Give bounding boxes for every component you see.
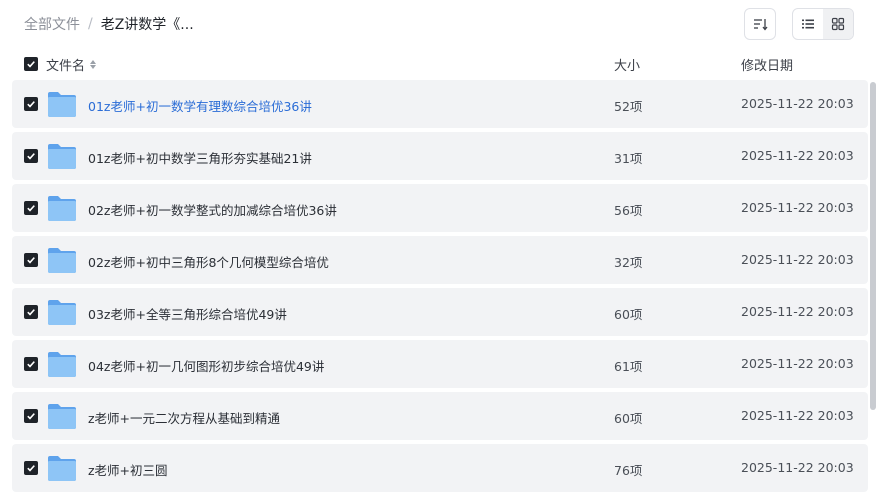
table-header: 文件名 大小 修改日期 (12, 50, 868, 78)
file-size: 60项 (614, 411, 643, 426)
file-name[interactable]: 03z老师+全等三角形综合培优49讲 (88, 304, 287, 323)
select-all-checkbox[interactable] (24, 57, 38, 71)
checkmark-icon (27, 257, 35, 264)
file-name[interactable]: 01z老师+初中数学三角形夯实基础21讲 (88, 148, 312, 167)
folder-icon (48, 92, 76, 117)
table-row[interactable]: 01z老师+初一数学有理数综合培优36讲 52项 2025-11-22 20:0… (12, 80, 868, 128)
grid-view-icon (831, 17, 845, 31)
column-header-size: 大小 (614, 59, 641, 74)
row-checkbox[interactable] (24, 305, 38, 319)
file-name[interactable]: 04z老师+初一几何图形初步综合培优49讲 (88, 356, 324, 375)
table-row[interactable]: 03z老师+全等三角形综合培优49讲 60项 2025-11-22 20:03 (12, 288, 868, 336)
row-checkbox[interactable] (24, 461, 38, 475)
file-name[interactable]: 02z老师+初中三角形8个几何模型综合培优 (88, 252, 329, 271)
file-name[interactable]: z老师+一元二次方程从基础到精通 (88, 408, 280, 427)
sort-toggle-icon[interactable] (90, 60, 97, 69)
breadcrumb-separator: / (88, 16, 93, 32)
file-date: 2025-11-22 20:03 (741, 408, 854, 423)
row-checkbox[interactable] (24, 149, 38, 163)
list-view-icon (802, 19, 814, 29)
sort-desc-icon (754, 19, 768, 31)
column-name-label: 文件名 (46, 59, 86, 74)
row-checkbox[interactable] (24, 97, 38, 111)
sort-button[interactable] (744, 8, 776, 40)
file-size: 56项 (614, 203, 643, 218)
table-row[interactable]: z老师+初三圆 76项 2025-11-22 20:03 (12, 444, 868, 492)
row-checkbox[interactable] (24, 253, 38, 267)
file-size: 61项 (614, 359, 643, 374)
table-row[interactable]: 02z老师+初一数学整式的加减综合培优36讲 56项 2025-11-22 20… (12, 184, 868, 232)
checkmark-icon (27, 101, 35, 108)
row-checkbox[interactable] (24, 201, 38, 215)
file-date: 2025-11-22 20:03 (741, 148, 854, 163)
folder-icon (48, 300, 76, 325)
file-date: 2025-11-22 20:03 (741, 460, 854, 475)
folder-icon (48, 352, 76, 377)
checkmark-icon (27, 205, 35, 212)
file-date: 2025-11-22 20:03 (741, 96, 854, 111)
checkmark-icon (27, 413, 35, 420)
file-size: 60项 (614, 307, 643, 322)
folder-icon (48, 196, 76, 221)
breadcrumb-current: 老Z讲数学《... (100, 17, 194, 33)
grid-view-button[interactable] (823, 9, 853, 39)
file-size: 31项 (614, 151, 643, 166)
file-size: 32项 (614, 255, 643, 270)
file-size: 52项 (614, 99, 643, 114)
checkmark-icon (27, 153, 35, 160)
folder-icon (48, 404, 76, 429)
column-header-name[interactable]: 文件名 (46, 55, 97, 74)
list-view-button[interactable] (793, 9, 823, 39)
file-list: 01z老师+初一数学有理数综合培优36讲 52项 2025-11-22 20:0… (12, 80, 868, 495)
file-date: 2025-11-22 20:03 (741, 200, 854, 215)
file-name[interactable]: 01z老师+初一数学有理数综合培优36讲 (88, 96, 312, 115)
checkmark-icon (27, 361, 35, 368)
column-header-date: 修改日期 (741, 59, 794, 74)
row-checkbox[interactable] (24, 409, 38, 423)
table-row[interactable]: z老师+一元二次方程从基础到精通 60项 2025-11-22 20:03 (12, 392, 868, 440)
table-row[interactable]: 02z老师+初中三角形8个几何模型综合培优 32项 2025-11-22 20:… (12, 236, 868, 284)
top-bar: 全部文件 / 老Z讲数学《... (0, 0, 878, 48)
file-date: 2025-11-22 20:03 (741, 304, 854, 319)
file-name[interactable]: 02z老师+初一数学整式的加减综合培优36讲 (88, 200, 337, 219)
folder-icon (48, 456, 76, 481)
file-name[interactable]: z老师+初三圆 (88, 460, 168, 479)
scrollbar[interactable] (870, 82, 876, 410)
folder-icon (48, 144, 76, 169)
file-date: 2025-11-22 20:03 (741, 356, 854, 371)
checkmark-icon (27, 61, 35, 68)
breadcrumb: 全部文件 / 老Z讲数学《... (24, 14, 194, 34)
file-size: 76项 (614, 463, 643, 478)
folder-icon (48, 248, 76, 273)
breadcrumb-root[interactable]: 全部文件 (24, 14, 80, 34)
table-row[interactable]: 01z老师+初中数学三角形夯实基础21讲 31项 2025-11-22 20:0… (12, 132, 868, 180)
view-toggle (792, 8, 854, 40)
table-row[interactable]: 04z老师+初一几何图形初步综合培优49讲 61项 2025-11-22 20:… (12, 340, 868, 388)
file-date: 2025-11-22 20:03 (741, 252, 854, 267)
row-checkbox[interactable] (24, 357, 38, 371)
checkmark-icon (27, 309, 35, 316)
checkmark-icon (27, 465, 35, 472)
